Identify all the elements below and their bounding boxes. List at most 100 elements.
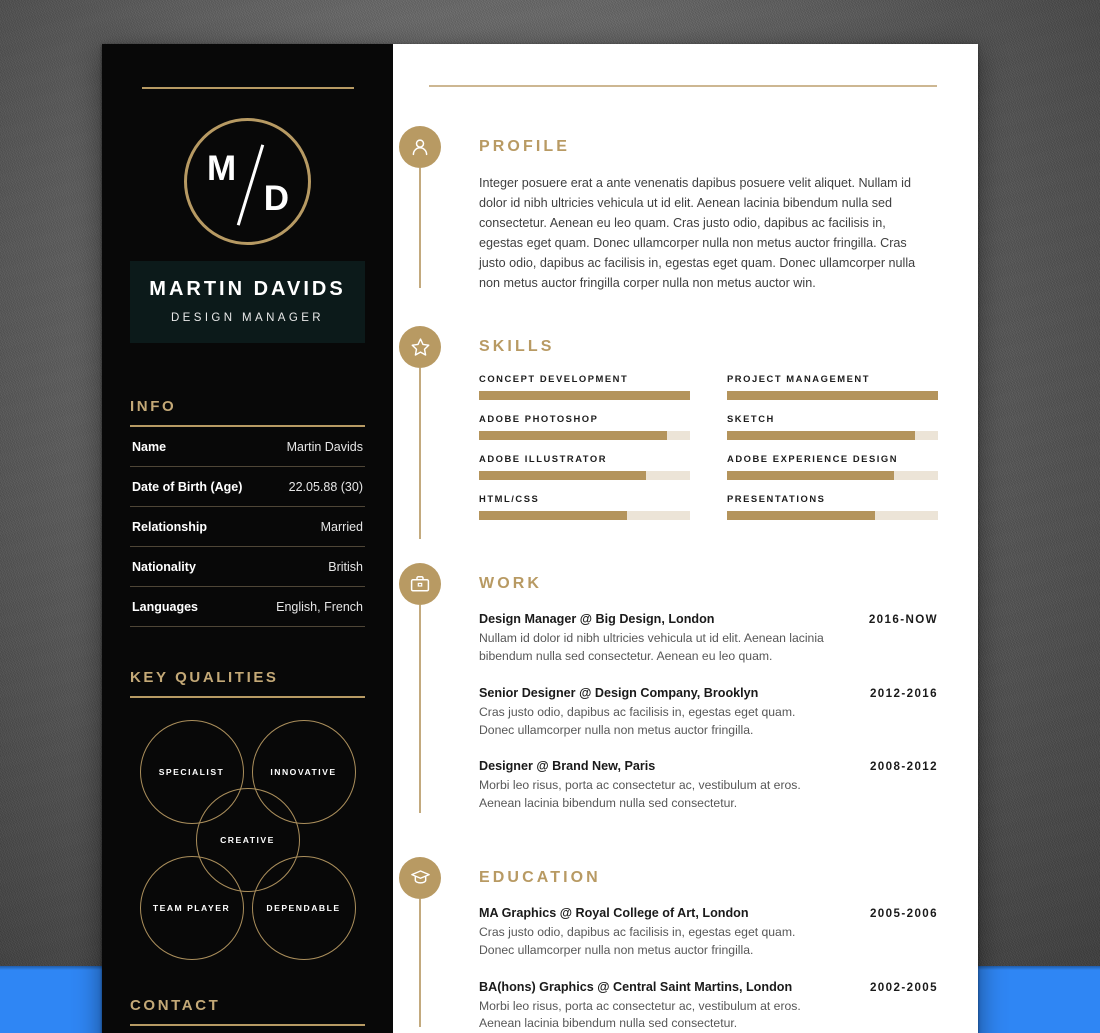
skill-item: CONCEPT DEVELOPMENT [479,373,690,401]
profile-stem-line [419,168,421,288]
work-section: WORK Design Manager @ Big Design, London… [393,563,938,814]
contact-rule [130,1024,365,1026]
skills-section: SKILLS CONCEPT DEVELOPMENT PROJECT MANAG… [393,326,938,540]
info-label: Languages [132,600,198,614]
work-stem-line [419,605,421,814]
cv-document-page: M D MARTIN DAVIDS DESIGN MANAGER INFO Na… [102,44,978,1033]
skill-item: PRESENTATIONS [727,493,938,521]
skill-track [727,431,938,441]
person-icon [399,126,441,168]
monogram-logo: M D [184,118,311,245]
skill-label: PRESENTATIONS [727,493,826,505]
contact-section: CONTACT Call +44 (12) 123 4567 [130,997,365,1033]
info-table: Name Martin Davids Date of Birth (Age) 2… [130,427,365,627]
skill-label: PROJECT MANAGEMENT [727,373,871,385]
skill-track [727,471,938,481]
info-label: Nationality [132,560,196,574]
skill-fill [727,391,938,401]
cv-main-column: PROFILE Integer posuere erat a ante vene… [393,44,978,1033]
key-qualities-section: KEY QUALITIES SPECIALIST INNOVATIVE TEAM… [130,669,365,960]
work-entry: Senior Designer @ Design Company, Brookl… [479,686,938,740]
monogram-wrapper: M D [130,118,365,245]
skill-item: ADOBE EXPERIENCE DESIGN [727,453,938,481]
briefcase-icon [399,563,441,606]
table-row: Name Martin Davids [130,427,365,467]
work-role: Senior Designer @ Design Company, Brookl… [479,685,759,700]
skill-fill [727,511,875,521]
info-value: British [328,560,363,574]
work-title: WORK [479,575,543,593]
sidebar-top-rule [141,87,354,89]
job-title: DESIGN MANAGER [170,312,325,324]
work-entry: Designer @ Brand New, Paris 2008-2012 Mo… [479,759,938,813]
education-entry-head: MA Graphics @ Royal College of Art, Lond… [479,906,938,920]
skill-label: CONCEPT DEVELOPMENT [479,373,629,385]
table-row: Languages English, French [130,587,365,627]
skill-label: ADOBE PHOTOSHOP [479,413,599,425]
monogram-slash-icon [236,144,265,226]
education-title: EDUCATION [479,868,601,886]
skills-body: CONCEPT DEVELOPMENT PROJECT MANAGEMENT A… [479,373,938,521]
skill-label: HTML/CSS [479,493,540,505]
cv-sidebar: M D MARTIN DAVIDS DESIGN MANAGER INFO Na… [102,44,393,1033]
profile-title: PROFILE [479,138,571,155]
skill-fill [727,471,894,481]
full-name: MARTIN DAVIDS [149,278,346,300]
info-value: Married [320,520,363,534]
skill-fill [479,391,690,401]
venn-label: CREATIVE [220,835,275,845]
skill-label: ADOBE EXPERIENCE DESIGN [727,453,899,465]
skills-title: SKILLS [479,338,555,356]
monogram-letter-right: D [263,179,289,218]
monogram-letter-left: M [207,149,237,188]
education-stem-line [419,898,421,1027]
work-role: Design Manager @ Big Design, London [479,612,715,627]
work-entry: Design Manager @ Big Design, London 2016… [479,612,938,666]
skill-item: ADOBE PHOTOSHOP [479,413,690,441]
work-role: Designer @ Brand New, Paris [479,759,656,774]
info-label: Name [132,440,167,454]
skill-item: HTML/CSS [479,493,690,521]
skill-item: SKETCH [727,413,938,441]
skill-track [479,511,690,521]
work-date: 2016-NOW [868,613,938,627]
graduation-cap-icon [399,856,441,899]
work-entry-head: Designer @ Brand New, Paris 2008-2012 [479,759,938,773]
skill-item: ADOBE ILLUSTRATOR [479,453,690,481]
work-date: 2012-2016 [869,686,938,700]
contact-heading: CONTACT [130,997,221,1014]
education-entry: BA(hons) Graphics @ Central Saint Martin… [479,980,938,1033]
education-entry: MA Graphics @ Royal College of Art, Lond… [479,906,938,960]
key-qualities-rule [130,696,365,698]
key-qualities-venn-diagram: SPECIALIST INNOVATIVE TEAM PLAYER DEPEND… [139,720,356,960]
skill-track [727,391,938,401]
education-section: EDUCATION MA Graphics @ Royal College of… [393,856,938,1033]
info-value: English, French [276,600,363,614]
education-degree: BA(hons) Graphics @ Central Saint Martin… [479,979,793,994]
star-icon [399,326,441,369]
education-description: Cras justo odio, dapibus ac facilisis in… [479,924,796,957]
venn-circle-center: CREATIVE [195,788,300,892]
key-qualities-heading: KEY QUALITIES [130,669,279,686]
education-date: 2002-2005 [869,980,938,994]
venn-label: SPECIALIST [158,767,225,777]
education-body: MA Graphics @ Royal College of Art, Lond… [479,906,938,1033]
skill-item: PROJECT MANAGEMENT [727,373,938,401]
table-row: Relationship Married [130,507,365,547]
work-body: Design Manager @ Big Design, London 2016… [479,612,938,813]
skill-track [479,391,690,401]
education-date: 2005-2006 [869,906,938,920]
info-section: INFO Name Martin Davids Date of Birth (A… [130,398,365,627]
info-label: Relationship [132,520,208,534]
skill-fill [727,431,915,441]
skill-fill [479,471,646,481]
table-row: Nationality British [130,547,365,587]
venn-label: TEAM PLAYER [152,903,231,913]
venn-label: DEPENDABLE [266,903,341,913]
skill-track [479,471,690,481]
work-description: Nullam id dolor id nibh ultricies vehicu… [479,631,824,663]
info-heading: INFO [130,398,177,415]
education-description: Morbi leo risus, porta ac consectetur ac… [479,998,801,1031]
venn-label: INNOVATIVE [270,767,337,777]
skills-stem-line [419,368,421,540]
